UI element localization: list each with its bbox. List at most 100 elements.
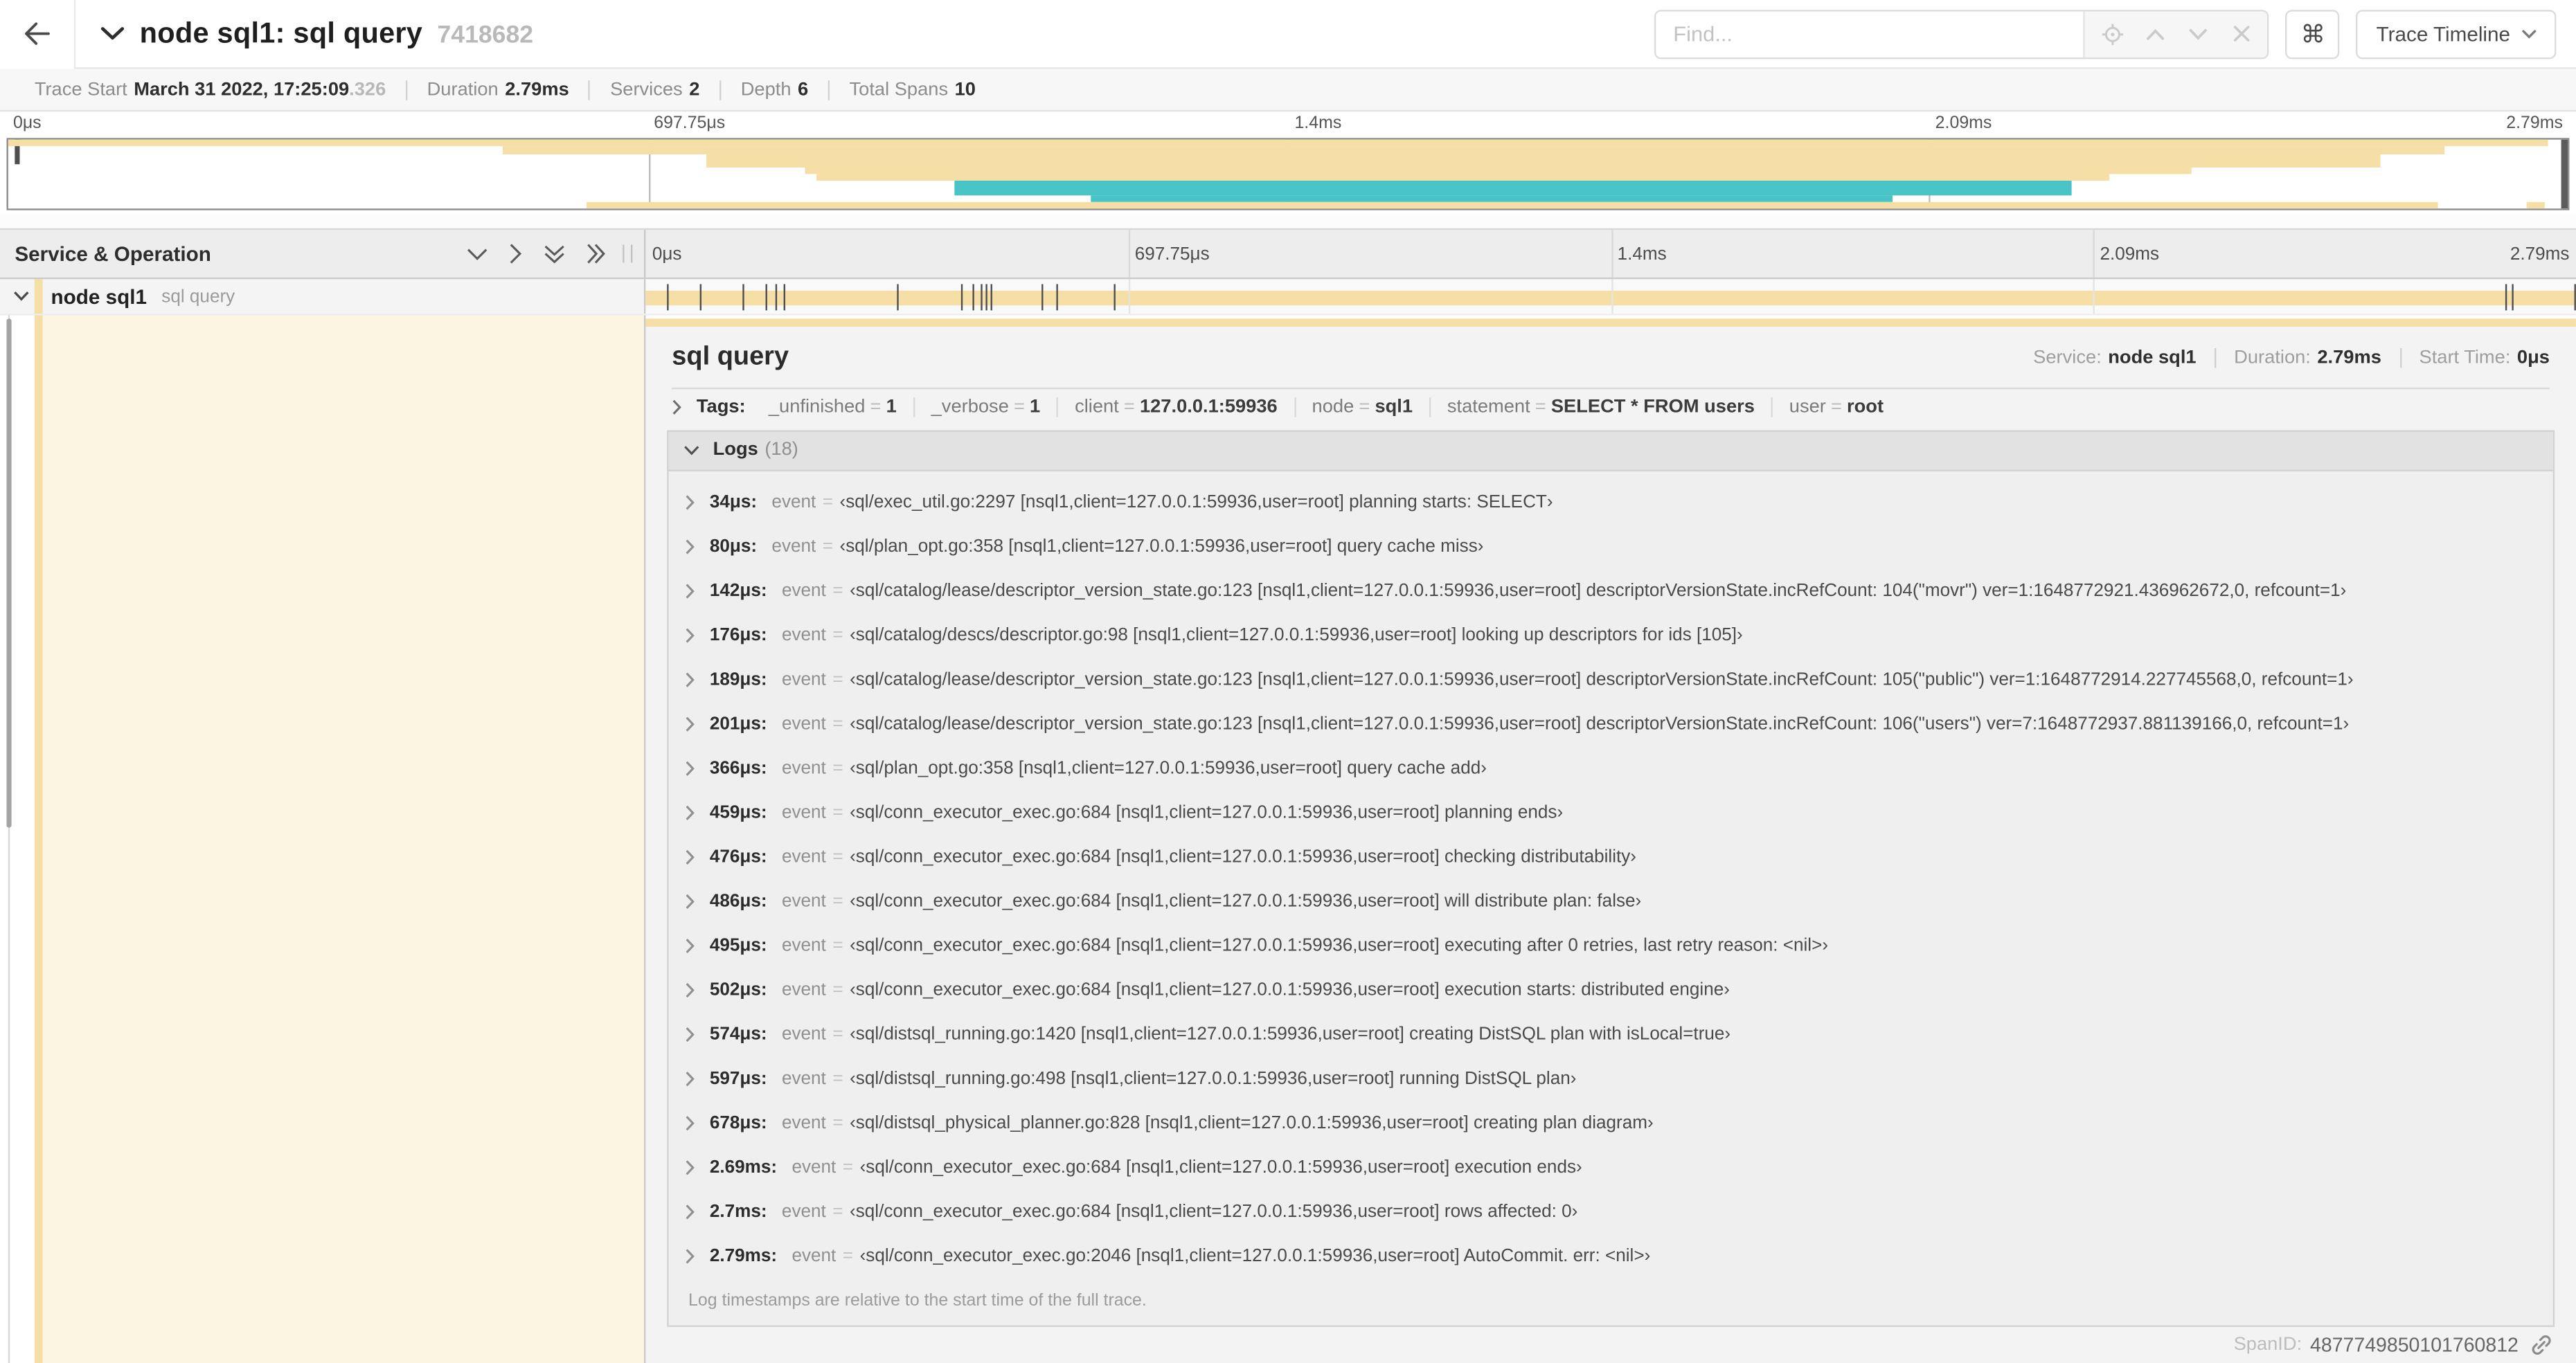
log-row[interactable]: 176μs: event = ‹sql/catalog/descs/descripto… [685, 614, 2537, 658]
timeline-gridline [1611, 230, 1613, 278]
tags-row[interactable]: Tags: _unfinished = 1 _verbose = 1 client = 127.… [645, 389, 2576, 426]
detail-span-bar [645, 318, 2576, 327]
tag-value: 127.0.0.1:59936 [1139, 398, 1278, 418]
log-row[interactable]: 80μs: event = ‹sql/plan_opt.go:358 [nsql1,c… [685, 525, 2537, 570]
column-resizer-grip[interactable] [623, 244, 633, 263]
log-equals: = [832, 1025, 843, 1045]
chevron-down-icon[interactable] [100, 26, 125, 41]
log-tick-marker [961, 284, 963, 311]
log-row[interactable]: 34μs: event = ‹sql/exec_util.go:2297 [nsql1… [685, 481, 2537, 525]
keyboard-shortcuts-button[interactable]: ⌘ [2286, 9, 2341, 59]
minimap-span-bar [502, 146, 2445, 154]
log-tick-marker [1113, 284, 1115, 311]
span-detail-panel: sql query Service: node sql1 Duration: 2.79… [645, 315, 2576, 1363]
log-timestamp: 34μs: [709, 493, 758, 514]
log-field-key: event [781, 804, 826, 824]
span-name-cell[interactable]: node sql1 sql query [0, 279, 646, 314]
tag-pill: statement = SELECT * FROM users [1429, 398, 1771, 418]
back-button[interactable] [0, 0, 76, 69]
log-timestamp: 476μs: [709, 848, 767, 868]
log-row[interactable]: 502μs: event = ‹sql/conn_executor_exec.go:6… [685, 968, 2537, 1013]
log-tick-marker [897, 284, 900, 311]
tag-pill: user = root [1771, 398, 1900, 418]
collapse-all-icon[interactable] [544, 244, 565, 263]
logs-header[interactable]: Logs (18) [668, 431, 2553, 471]
summary-value: 6 [798, 80, 809, 100]
timeline-minimap: 0μs 697.75μs 1.4ms 2.09ms 2.79ms [0, 111, 2576, 214]
clear-search-icon[interactable] [2225, 17, 2257, 50]
log-row[interactable]: 476μs: event = ‹sql/conn_executor_exec.go:6… [685, 836, 2537, 880]
log-field-key: event [781, 1025, 826, 1045]
tag-equals: = [1830, 398, 1842, 418]
log-row[interactable]: 189μs: event = ‹sql/catalog/lease/descripto… [685, 658, 2537, 703]
log-timestamp: 597μs: [709, 1069, 767, 1090]
detail-meta-item: Duration: 2.79ms [2214, 348, 2399, 368]
log-row[interactable]: 678μs: event = ‹sql/distsql_physical_planne… [685, 1102, 2537, 1146]
chevron-right-icon [685, 495, 695, 512]
find-input[interactable] [1656, 10, 2084, 57]
log-field-key: event [781, 1202, 826, 1223]
tag-equals: = [1123, 398, 1135, 418]
log-field-value: ‹sql/exec_util.go:2297 [nsql1,client=127… [839, 493, 1553, 514]
timeline-gridline [2093, 230, 2095, 278]
log-tick-marker [986, 284, 988, 311]
log-row[interactable]: 574μs: event = ‹sql/distsql_running.go:1420… [685, 1013, 2537, 1058]
logs-note: Log timestamps are relative to the start… [688, 1290, 1147, 1310]
link-icon[interactable] [2530, 1333, 2552, 1356]
log-field-value: ‹sql/plan_opt.go:358 [nsql1,client=127.0… [850, 759, 1487, 779]
log-row[interactable]: 495μs: event = ‹sql/conn_executor_exec.go:6… [685, 924, 2537, 968]
minimap-span-bar [1091, 195, 1893, 202]
expand-all-icon[interactable] [587, 243, 606, 264]
summary-item: Depth 6 [719, 80, 828, 100]
expand-one-icon[interactable] [509, 243, 522, 264]
tag-pill: node = sql1 [1294, 398, 1429, 418]
tree-collapse-controls [467, 243, 607, 264]
summary-item: Services 2 [589, 80, 719, 100]
chevron-right-icon [685, 716, 695, 733]
log-equals: = [832, 670, 843, 691]
summary-value: 2 [689, 80, 700, 100]
log-row[interactable]: 486μs: event = ‹sql/conn_executor_exec.go:6… [685, 880, 2537, 924]
minimap-scrubber-right-handle[interactable] [2561, 139, 2568, 209]
timeline-gridline [2093, 279, 2095, 314]
span-operation-name: sql query [161, 286, 235, 307]
log-row[interactable]: 2.7ms: event = ‹sql/conn_executor_exec.go:6… [685, 1191, 2537, 1235]
trace-view-selector[interactable]: Trace Timeline [2356, 9, 2557, 59]
log-row[interactable]: 366μs: event = ‹sql/plan_opt.go:358 [nsql1,… [685, 747, 2537, 791]
tag-pill: _unfinished = 1 [752, 398, 913, 417]
span-bar-track[interactable] [645, 279, 2576, 314]
log-field-value: ‹sql/conn_executor_exec.go:684 [nsql1,cl… [850, 848, 1637, 868]
minimap-canvas[interactable] [6, 138, 2570, 210]
log-field-value: ‹sql/catalog/lease/descriptor_version_st… [850, 581, 2347, 602]
trace-summary-bar: Trace Start March 31 2022, 17:25:09.326 Du… [0, 69, 2576, 112]
logs-count: (18) [764, 440, 798, 461]
summary-value: 10 [954, 80, 976, 100]
log-field-value: ‹sql/catalog/lease/descriptor_version_st… [850, 670, 2354, 691]
log-field-key: event [781, 626, 826, 647]
log-row[interactable]: 459μs: event = ‹sql/conn_executor_exec.go:6… [685, 791, 2537, 836]
scrollbar-thumb[interactable] [6, 318, 12, 828]
summary-value: 2.79ms [505, 80, 569, 100]
log-row[interactable]: 2.79ms: event = ‹sql/conn_executor_exec.go:… [685, 1235, 2537, 1279]
prev-match-icon[interactable] [2139, 17, 2172, 50]
focus-match-icon[interactable] [2095, 17, 2128, 50]
service-operation-header: Service & Operation [0, 230, 646, 278]
log-field-key: event [781, 1114, 826, 1134]
next-match-icon[interactable] [2182, 17, 2215, 50]
log-tick-marker [782, 284, 785, 311]
span-service-name: node sql1 [51, 285, 147, 308]
chevron-down-icon[interactable] [13, 291, 30, 303]
log-field-value: ‹sql/conn_executor_exec.go:2046 [nsql1,c… [859, 1247, 1651, 1267]
chevron-down-icon [2522, 29, 2537, 39]
span-detail-card: sql query Service: node sql1 Duration: 2.79… [645, 327, 2576, 1363]
log-row[interactable]: 597μs: event = ‹sql/distsql_running.go:498 … [685, 1058, 2537, 1102]
collapse-one-icon[interactable] [467, 247, 488, 260]
log-row[interactable]: 142μs: event = ‹sql/catalog/lease/descripto… [685, 570, 2537, 614]
log-row[interactable]: 201μs: event = ‹sql/catalog/lease/descripto… [685, 703, 2537, 747]
minimap-span-bar [955, 188, 2071, 195]
log-timestamp: 176μs: [709, 626, 767, 647]
log-tick-marker [1041, 284, 1043, 311]
log-row[interactable]: 2.69ms: event = ‹sql/conn_executor_exec.go:… [685, 1146, 2537, 1191]
log-tick-marker [699, 284, 701, 311]
log-timestamp: 366μs: [709, 759, 767, 779]
